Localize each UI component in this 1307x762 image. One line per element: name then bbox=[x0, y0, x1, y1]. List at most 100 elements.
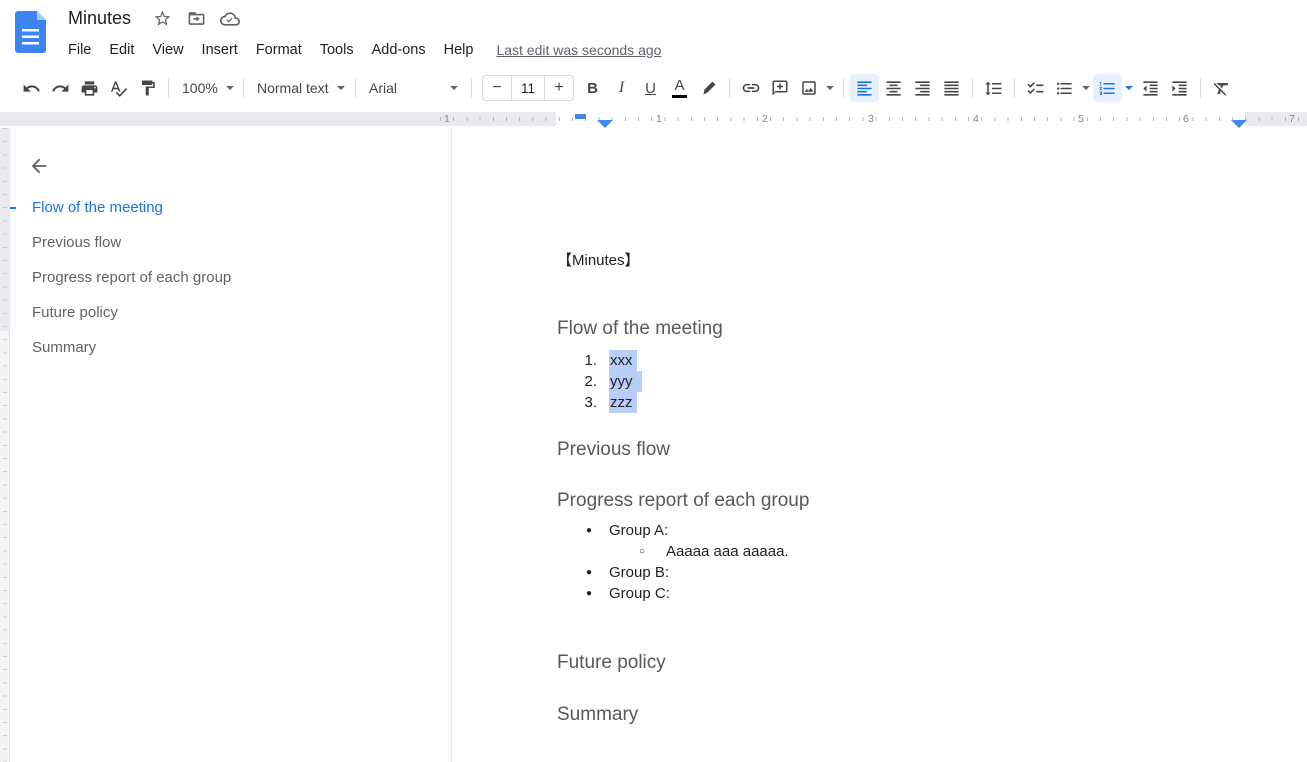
bold-button[interactable]: B bbox=[578, 74, 607, 102]
selected-text: zzz bbox=[609, 392, 637, 413]
document-title[interactable]: Minutes bbox=[68, 8, 131, 29]
menu-help[interactable]: Help bbox=[435, 40, 483, 60]
docs-logo-icon[interactable] bbox=[15, 11, 46, 53]
menu-addons[interactable]: Add-ons bbox=[363, 40, 435, 60]
doc-numbered-list: 1. xxx 2. yyy 3. zzz bbox=[557, 350, 1307, 413]
bulleted-list-button[interactable] bbox=[1050, 74, 1079, 102]
insert-image-dropdown[interactable] bbox=[823, 74, 837, 102]
insert-image-button[interactable] bbox=[794, 74, 823, 102]
bulleted-list-dropdown[interactable] bbox=[1079, 74, 1093, 102]
menu-tools[interactable]: Tools bbox=[311, 40, 363, 60]
undo-icon bbox=[22, 79, 41, 98]
left-indent-marker[interactable] bbox=[597, 120, 613, 128]
doc-heading-summary[interactable]: Summary bbox=[557, 703, 1307, 727]
doc-intro-line[interactable]: 【Minutes】 bbox=[557, 250, 1307, 271]
checklist-button[interactable] bbox=[1021, 74, 1050, 102]
align-left-button[interactable] bbox=[850, 74, 879, 102]
menu-edit[interactable]: Edit bbox=[100, 40, 143, 60]
main-area: Flow of the meeting Previous flow Progre… bbox=[0, 128, 1307, 762]
outline-item-summary[interactable]: Summary bbox=[10, 330, 451, 365]
document-status-button[interactable] bbox=[220, 9, 240, 29]
list-number: 3. bbox=[570, 392, 597, 413]
text-color-letter: A bbox=[674, 78, 684, 93]
align-right-button[interactable] bbox=[908, 74, 937, 102]
italic-button[interactable]: I bbox=[607, 74, 636, 102]
add-comment-button[interactable] bbox=[765, 74, 794, 102]
toolbar-separator bbox=[355, 78, 356, 98]
bullet-list-item[interactable]: ● Group C: bbox=[586, 583, 1307, 604]
vertical-ruler bbox=[0, 128, 10, 762]
menu-format[interactable]: Format bbox=[247, 40, 311, 60]
highlighter-icon bbox=[700, 79, 718, 97]
toolbar-separator bbox=[243, 78, 244, 98]
bullet-text: Group A: bbox=[609, 520, 668, 541]
horizontal-ruler[interactable]: 1 1 2 3 4 5 6 7 bbox=[0, 110, 1307, 128]
bullet-list-item[interactable]: ● Group B: bbox=[586, 562, 1307, 583]
move-to-folder-button[interactable] bbox=[186, 9, 206, 29]
decrease-font-size-button[interactable]: − bbox=[483, 76, 511, 100]
paint-format-button[interactable] bbox=[133, 74, 162, 102]
toolbar-separator bbox=[471, 78, 472, 98]
numbered-list-item[interactable]: 1. xxx bbox=[570, 350, 1307, 371]
numbered-list-item[interactable]: 3. zzz bbox=[570, 392, 1307, 413]
bullet-text: Aaaaa aaa aaaaa. bbox=[666, 541, 789, 562]
redo-button[interactable] bbox=[46, 74, 75, 102]
first-line-indent-marker[interactable] bbox=[575, 114, 586, 119]
chevron-down-icon bbox=[337, 86, 345, 90]
decrease-indent-icon bbox=[1141, 79, 1160, 98]
spellcheck-button[interactable] bbox=[104, 74, 133, 102]
paragraph-style-select[interactable]: Normal text bbox=[250, 74, 349, 102]
doc-heading-future-policy[interactable]: Future policy bbox=[557, 651, 1307, 675]
font-size-group: − 11 + bbox=[482, 75, 574, 101]
ruler-number: 7 bbox=[1289, 113, 1295, 125]
text-color-button[interactable]: A bbox=[665, 74, 694, 102]
menu-insert[interactable]: Insert bbox=[193, 40, 247, 60]
menu-view[interactable]: View bbox=[143, 40, 192, 60]
numbered-list-button[interactable] bbox=[1093, 74, 1122, 102]
italic-icon: I bbox=[619, 79, 624, 97]
link-icon bbox=[741, 78, 761, 98]
star-button[interactable] bbox=[152, 9, 172, 29]
bullet-list-subitem[interactable]: ○ Aaaaa aaa aaaaa. bbox=[639, 541, 1307, 562]
last-edit-link[interactable]: Last edit was seconds ago bbox=[496, 42, 661, 58]
underline-button[interactable]: U bbox=[636, 74, 665, 102]
print-button[interactable] bbox=[75, 74, 104, 102]
numbered-list-dropdown[interactable] bbox=[1122, 74, 1136, 102]
right-indent-marker[interactable] bbox=[1231, 120, 1247, 128]
bullet-list-item[interactable]: ● Group A: bbox=[586, 520, 1307, 541]
outline-item-flow-of-the-meeting[interactable]: Flow of the meeting bbox=[10, 190, 451, 225]
highlight-color-button[interactable] bbox=[694, 74, 723, 102]
underline-icon: U bbox=[645, 80, 656, 97]
title-row: Minutes bbox=[68, 8, 247, 29]
list-number: 2. bbox=[570, 371, 597, 392]
numbered-list-icon bbox=[1098, 79, 1117, 98]
doc-heading-flow[interactable]: Flow of the meeting bbox=[557, 317, 1307, 341]
zoom-select[interactable]: 100% bbox=[175, 74, 237, 102]
clear-formatting-button[interactable] bbox=[1207, 74, 1236, 102]
paint-roller-icon bbox=[139, 79, 157, 97]
ruler-strip: 1 1 2 3 4 5 6 7 bbox=[0, 112, 1307, 126]
menu-file[interactable]: File bbox=[59, 40, 100, 60]
numbered-list-item[interactable]: 2. yyy bbox=[570, 371, 1307, 392]
outline-item-progress-report[interactable]: Progress report of each group bbox=[10, 260, 451, 295]
undo-button[interactable] bbox=[17, 74, 46, 102]
document-page[interactable]: 【Minutes】 Flow of the meeting 1. xxx 2. … bbox=[451, 128, 1307, 762]
outline-item-previous-flow[interactable]: Previous flow bbox=[10, 225, 451, 260]
align-center-button[interactable] bbox=[879, 74, 908, 102]
insert-link-button[interactable] bbox=[736, 74, 765, 102]
selected-text: xxx bbox=[609, 350, 637, 371]
doc-heading-progress-report[interactable]: Progress report of each group bbox=[557, 489, 1307, 513]
bullet-disc-icon: ● bbox=[586, 562, 596, 583]
outline-item-label: Summary bbox=[32, 339, 96, 356]
justify-button[interactable] bbox=[937, 74, 966, 102]
doc-heading-previous-flow[interactable]: Previous flow bbox=[557, 438, 1307, 462]
decrease-indent-button[interactable] bbox=[1136, 74, 1165, 102]
font-size-input[interactable]: 11 bbox=[511, 76, 545, 100]
outline-item-future-policy[interactable]: Future policy bbox=[10, 295, 451, 330]
line-spacing-button[interactable] bbox=[979, 74, 1008, 102]
toolbar-separator bbox=[843, 78, 844, 98]
increase-font-size-button[interactable]: + bbox=[545, 76, 573, 100]
increase-indent-button[interactable] bbox=[1165, 74, 1194, 102]
close-outline-button[interactable] bbox=[27, 154, 51, 178]
font-family-select[interactable]: Arial bbox=[362, 74, 465, 102]
